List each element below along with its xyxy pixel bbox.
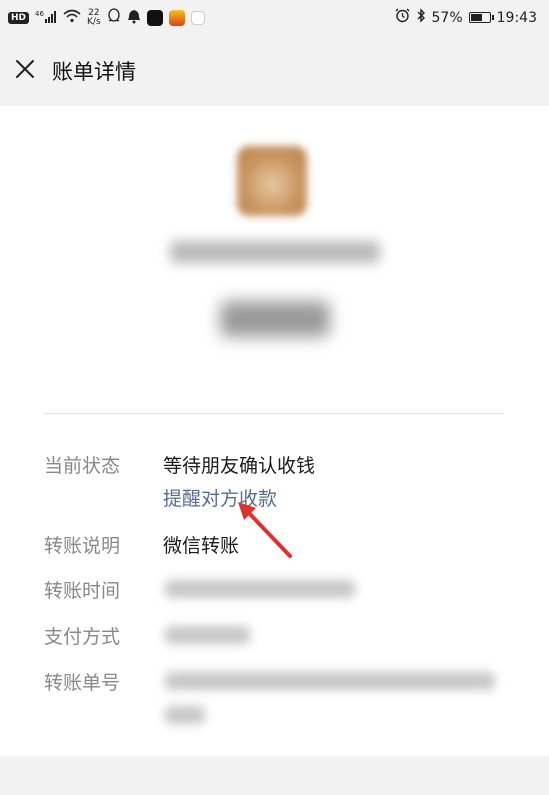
order-label: 转账单号 [44, 672, 121, 694]
alarm-icon [395, 8, 410, 27]
net-speed-unit: K/s [87, 17, 101, 27]
signal-type: 46 [35, 10, 44, 18]
order-value-blurred-line1 [165, 672, 495, 690]
signal-icon: 46 [35, 10, 57, 27]
red-arrow-annotation [238, 502, 292, 558]
game-app-icon [168, 10, 185, 26]
time-label: 转账时间 [44, 580, 121, 602]
status-bar-right: 57% 19:43 [395, 8, 537, 27]
clock: 19:43 [496, 9, 537, 26]
status-bar: HD 46 22 K/s 57% 19:43 [0, 0, 549, 36]
news-app-icon [190, 11, 205, 25]
bill-detail-card: 当前状态 等待朋友确认收钱 提醒对方收款 转账说明 微信转账 转账时间 支付方式… [0, 106, 549, 756]
amount-blurred [220, 301, 330, 337]
divider [43, 413, 504, 414]
wifi-icon [63, 9, 81, 27]
battery-percent: 57% [431, 9, 463, 26]
status-bar-left: HD 46 22 K/s [8, 8, 205, 28]
note-label: 转账说明 [44, 535, 121, 557]
net-speed: 22 K/s [87, 9, 101, 27]
note-value: 微信转账 [163, 535, 240, 557]
bottom-area [0, 756, 549, 795]
hd-badge: HD [8, 12, 30, 24]
avatar [237, 146, 307, 216]
status-value: 等待朋友确认收钱 [163, 455, 316, 477]
bell-icon [127, 8, 141, 28]
nav-bar: 账单详情 [0, 36, 549, 106]
close-icon[interactable] [14, 58, 36, 80]
payment-label: 支付方式 [44, 626, 121, 648]
app-notification-icon [146, 10, 163, 26]
qq-icon [107, 8, 121, 28]
battery-icon [468, 12, 494, 23]
status-label: 当前状态 [44, 455, 121, 477]
bluetooth-icon [416, 8, 426, 27]
page-title: 账单详情 [52, 60, 136, 84]
payment-value-blurred [165, 626, 250, 644]
time-value-blurred [165, 580, 355, 598]
order-value-blurred-line2 [165, 706, 205, 724]
username-blurred [170, 241, 380, 263]
